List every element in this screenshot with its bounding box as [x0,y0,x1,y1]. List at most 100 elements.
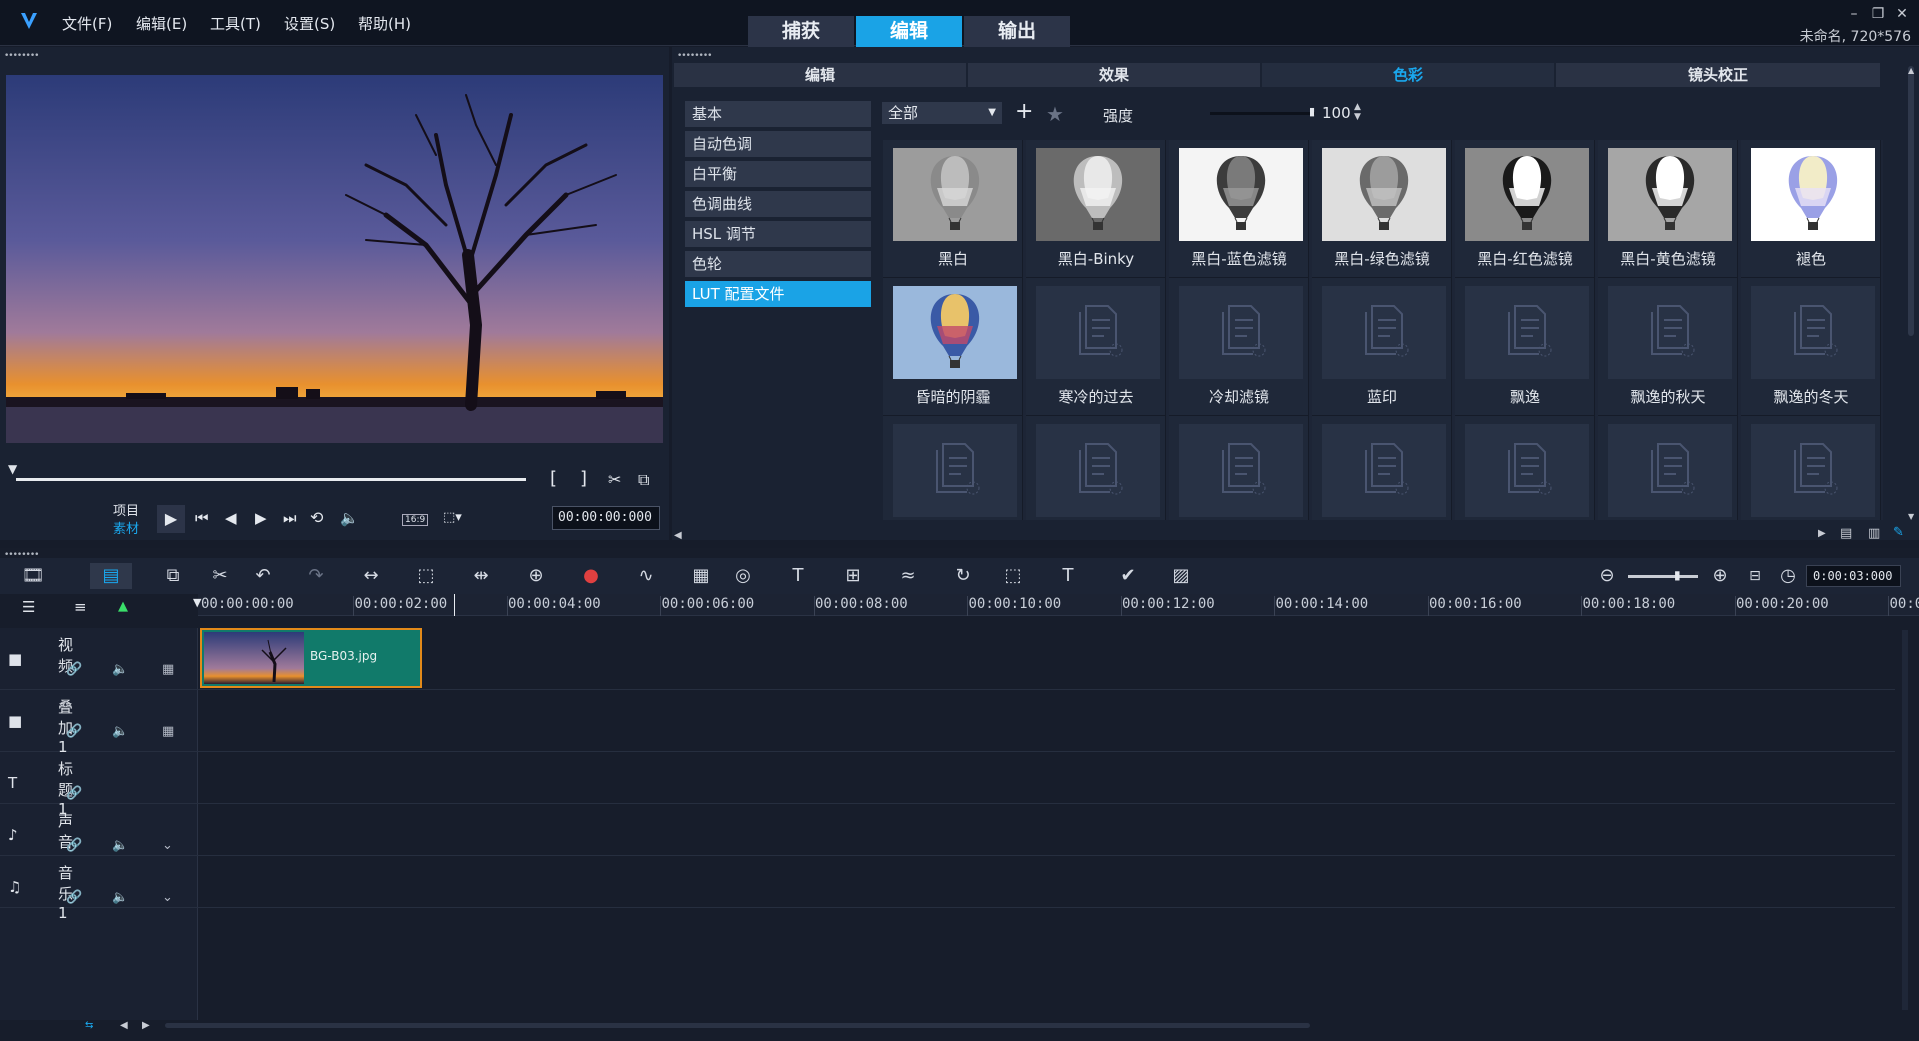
fit-project-icon[interactable]: ⊟ [1742,563,1768,589]
fit-timeline-icon[interactable]: ↔ [358,563,384,589]
strength-slider[interactable] [1210,112,1315,115]
effect-preset[interactable]: 寒冷的过去 [1026,278,1166,416]
effect-preset[interactable]: 黑白-黄色滤镜 [1598,140,1738,278]
effect-preset[interactable]: 黑白 [883,140,1023,278]
link-icon[interactable]: 🔗 [66,786,82,801]
effect-preset[interactable] [1455,416,1595,520]
menu-tools[interactable]: 工具(T) [210,13,261,34]
expand-right-icon[interactable]: ▶ [1818,528,1826,539]
effect-preset[interactable]: 蓝印 [1312,278,1452,416]
scrub-bar[interactable] [16,478,526,481]
track-height-icon[interactable]: ⇆ [85,1020,93,1031]
crop-icon[interactable]: ⬚ [413,563,439,589]
scroll-down-icon[interactable]: ▼ [1908,512,1914,521]
expand-track-icon[interactable]: ⌄ [162,890,173,905]
tools-icon[interactable]: ✂ [207,563,233,589]
category-white-balance[interactable]: 白平衡 [685,161,871,187]
next-frame-icon[interactable]: ▶ [255,509,267,527]
track-volume-icon[interactable]: 🔈 [112,890,128,905]
stepper-icon[interactable]: ▲ ▼ [1354,102,1361,122]
go-to-end-icon[interactable]: ⏭ [283,509,297,527]
effect-preset[interactable]: 飘逸的冬天 [1741,278,1881,416]
track-row[interactable] [0,856,1895,908]
tab-effects[interactable]: 效果 [968,63,1260,87]
clip-mode-label[interactable]: 素材 [113,518,139,537]
strength-handle-icon[interactable]: ▮ [1309,105,1315,118]
effect-preset[interactable] [883,416,1023,520]
edit-icon[interactable]: ✎ [1893,525,1904,540]
3d-title-icon[interactable]: T [1055,563,1081,589]
tab-capture[interactable]: 捕获 [748,16,854,47]
panel-grip-icon[interactable]: •••••••• [4,51,39,61]
tab-lens-correction[interactable]: 镜头校正 [1556,63,1880,87]
track-volume-icon[interactable]: 🔈 [112,838,128,853]
stabilize-icon[interactable]: ⬚ [1000,563,1026,589]
multicam-icon[interactable]: ▦ [688,563,714,589]
scroll-left-icon[interactable]: ◀ [120,1020,128,1031]
category-hsl[interactable]: HSL 调节 [685,221,871,247]
copy-icon[interactable]: ⧉ [160,563,186,589]
scroll-up-icon[interactable]: ▲ [1908,66,1914,75]
link-icon[interactable]: 🔗 [66,724,82,739]
close-icon[interactable]: ✕ [1892,6,1912,22]
effect-preset[interactable] [1169,416,1309,520]
loop-icon[interactable]: ↻ [950,563,976,589]
menu-settings[interactable]: 设置(S) [284,13,335,34]
category-tone-curve[interactable]: 色调曲线 [685,191,871,217]
preview-viewer[interactable] [6,75,663,443]
duration-clock-icon[interactable]: ◷ [1775,563,1801,589]
category-lut-profile[interactable]: LUT 配置文件 [685,281,871,307]
track-row[interactable] [0,804,1895,856]
filter-dropdown[interactable]: 全部 ▼ [882,102,1002,124]
strength-value[interactable]: 100 [1322,104,1351,122]
scrub-handle-icon[interactable]: ▼ [8,462,20,476]
menu-file[interactable]: 文件(F) [62,13,112,34]
tab-color[interactable]: 色彩 [1262,63,1554,87]
effect-preset[interactable]: 昏暗的阴霾 [883,278,1023,416]
previous-frame-icon[interactable]: ◀ [225,509,237,527]
add-icon[interactable]: + [1015,99,1033,124]
tab-output[interactable]: 输出 [964,16,1070,47]
category-auto-tone[interactable]: 自动色调 [685,131,871,157]
category-color-wheel[interactable]: 色轮 [685,251,871,277]
zoom-out-icon[interactable]: ⊖ [1594,563,1620,589]
effect-preset[interactable]: 黑白-Binky [1026,140,1166,278]
aspect-ratio-icon[interactable]: 16:9 [402,514,429,526]
title-icon[interactable]: T [785,563,811,589]
timeline-view-icon[interactable]: ▤ [90,563,132,589]
link-icon[interactable]: 🔗 [66,890,82,905]
zoom-handle-icon[interactable]: ▮ [1674,568,1681,582]
tab-edit-options[interactable]: 编辑 [674,63,966,87]
add-marker-icon[interactable]: ≡ [74,598,87,616]
tab-edit[interactable]: 编辑 [856,16,962,47]
play-icon[interactable]: ▶ [157,505,185,533]
color-record-icon[interactable]: ● [578,563,604,589]
zoom-slider[interactable] [1628,575,1698,578]
gallery-scrollbar[interactable] [1908,66,1914,336]
list-view-icon[interactable]: ▤ [1840,526,1852,541]
track-volume-icon[interactable]: 🔈 [112,724,128,739]
effect-preset[interactable]: 黑白-绿色滤镜 [1312,140,1452,278]
go-to-start-icon[interactable]: ⏮ [195,509,209,527]
track-volume-icon[interactable]: 🔈 [112,662,128,677]
category-basic[interactable]: 基本 [685,101,871,127]
enlarge-preview-icon[interactable]: ⧉ [638,470,649,490]
mark-in-icon[interactable]: [ [550,468,557,489]
effect-preset[interactable] [1026,416,1166,520]
effect-preset[interactable]: 黑白-蓝色滤镜 [1169,140,1309,278]
volume-icon[interactable]: 🔈 [340,509,359,527]
timeline-clip[interactable]: BG-B03.jpg [200,628,422,688]
expand-icon[interactable]: ⇹ [468,563,494,589]
panel-grip-icon[interactable]: •••••••• [677,51,712,61]
track-manager-icon[interactable]: ☰ [22,598,35,616]
timeline-scrollbar[interactable] [165,1023,1310,1028]
redo-icon[interactable]: ↷ [303,563,329,589]
scroll-right-icon[interactable]: ▶ [142,1020,150,1031]
expand-track-icon[interactable]: ⌄ [162,838,173,853]
track-grid-icon[interactable]: ▦ [162,724,174,739]
effect-preset[interactable] [1598,416,1738,520]
storyboard-view-icon[interactable]: 🎞 [20,563,46,589]
link-icon[interactable]: 🔗 [66,838,82,853]
effect-preset[interactable] [1312,416,1452,520]
audio-waveform-icon[interactable]: ∿ [633,563,659,589]
